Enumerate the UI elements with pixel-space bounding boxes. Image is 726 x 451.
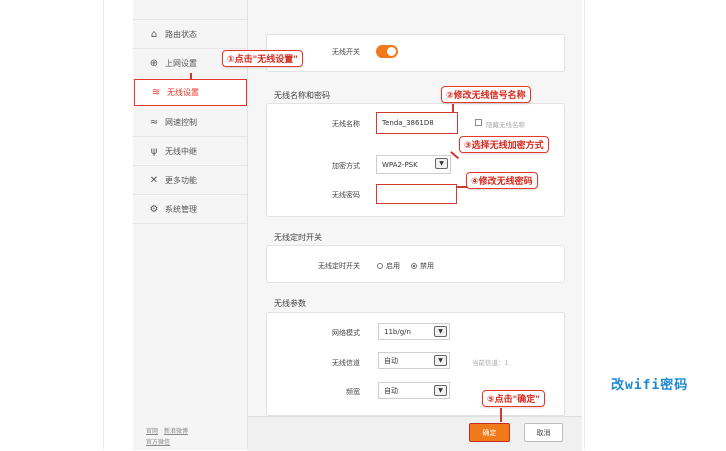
callout-step2: ②修改无线信号名称: [441, 86, 531, 103]
globe-icon: ⊕: [149, 57, 159, 69]
bandwidth-label: 频宽: [346, 388, 360, 396]
gear-icon: ⚙: [149, 203, 159, 215]
ok-button[interactable]: 确定: [469, 423, 510, 442]
chevron-down-icon: ▼: [434, 326, 447, 337]
sidebar-item-label: 路由状态: [165, 29, 197, 39]
sidebar-item-label: 更多功能: [165, 175, 197, 185]
schedule-disable-label: 禁用: [420, 262, 434, 270]
channel-select[interactable]: 自动 ▼: [378, 352, 450, 369]
tools-icon: ✕: [149, 174, 159, 186]
sidebar-item-label: 网速控制: [165, 117, 197, 127]
cancel-button[interactable]: 取消: [524, 423, 563, 442]
hide-ssid-label: 隐藏无线名称: [486, 121, 525, 129]
footer-link-wechat[interactable]: 官方微信: [146, 439, 170, 446]
wifi-icon: ≋: [151, 87, 161, 98]
callout-step5-pointer: [500, 408, 502, 422]
sidebar-divider: [133, 223, 247, 224]
encryption-label: 加密方式: [332, 162, 360, 170]
wireless-switch-toggle[interactable]: [376, 45, 398, 58]
channel-value: 自动: [384, 356, 398, 365]
callout-step1: ①点击"无线设置": [222, 50, 303, 67]
schedule-label: 无线定时开关: [318, 262, 360, 270]
schedule-disable-radio[interactable]: 禁用: [411, 261, 434, 271]
footer-link-weibo[interactable]: 新浪微博: [164, 428, 188, 435]
sidebar-item-wireless[interactable]: ≋ 无线设置: [134, 79, 247, 106]
speed-icon: ≈: [149, 116, 159, 128]
bandwidth-value: 自动: [384, 386, 398, 395]
mode-select[interactable]: 11b/g/n ▼: [378, 323, 450, 340]
sidebar-item-more-functions[interactable]: ✕ 更多功能: [133, 166, 247, 194]
schedule-enable-radio[interactable]: 启用: [377, 261, 400, 271]
channel-hint: 当前信道：1: [472, 359, 509, 367]
callout-step4-pointer: [457, 186, 467, 188]
sidebar-item-label: 上网设置: [165, 58, 197, 68]
sidebar-item-system[interactable]: ⚙ 系统管理: [133, 195, 247, 223]
footer-link-official[interactable]: 官网: [146, 428, 158, 435]
toggle-knob: [387, 47, 396, 56]
password-label: 无线密码: [332, 191, 360, 199]
section-title-params: 无线参数: [274, 299, 306, 308]
chevron-down-icon: ▼: [434, 355, 447, 366]
schedule-enable-label: 启用: [386, 262, 400, 270]
mode-value: 11b/g/n: [384, 327, 411, 336]
encryption-select[interactable]: WPA2-PSK ▼: [376, 155, 451, 174]
relay-icon: ψ: [150, 145, 158, 157]
sidebar-item-label: 无线中继: [165, 146, 197, 156]
mode-label: 网络模式: [332, 329, 360, 337]
chevron-down-icon: ▼: [434, 385, 447, 396]
ssid-label: 无线名称: [332, 120, 360, 128]
sidebar-item-label: 系统管理: [165, 204, 197, 214]
wireless-switch-label: 无线开关: [332, 48, 360, 56]
sidebar-item-speed-control[interactable]: ≈ 网速控制: [133, 108, 247, 136]
router-icon: ⌂: [150, 28, 158, 40]
callout-step5: ⑤点击"确定": [482, 390, 545, 407]
side-caption: 改wifi密码: [611, 378, 689, 393]
footer-links: 官网 新浪微博: [146, 426, 188, 435]
bandwidth-select[interactable]: 自动 ▼: [378, 382, 450, 399]
sidebar-item-wireless-relay[interactable]: ψ 无线中继: [133, 137, 247, 165]
radio-off-icon: [377, 263, 383, 269]
hide-ssid-checkbox[interactable]: [475, 119, 482, 126]
callout-step4: ④修改无线密码: [466, 172, 538, 189]
section-title-name-password: 无线名称和密码: [274, 91, 330, 100]
section-title-schedule: 无线定时开关: [274, 233, 322, 242]
password-input[interactable]: [376, 184, 457, 204]
encryption-value: WPA2-PSK: [382, 160, 418, 169]
channel-label: 无线信道: [332, 359, 360, 367]
radio-on-icon: [411, 263, 417, 269]
wireless-switch-panel: [266, 34, 565, 72]
callout-step3: ③选择无线加密方式: [459, 136, 549, 153]
footer-links-row2: 官方微信: [146, 437, 170, 446]
callout-step2-pointer: [452, 104, 454, 113]
sidebar-item-router-status[interactable]: ⌂ 路由状态: [133, 20, 247, 48]
callout-step1-pointer: [190, 73, 192, 80]
ssid-input[interactable]: Tenda_3861D8: [376, 112, 458, 134]
sidebar-item-label: 无线设置: [167, 88, 199, 97]
chevron-down-icon: ▼: [435, 158, 448, 169]
